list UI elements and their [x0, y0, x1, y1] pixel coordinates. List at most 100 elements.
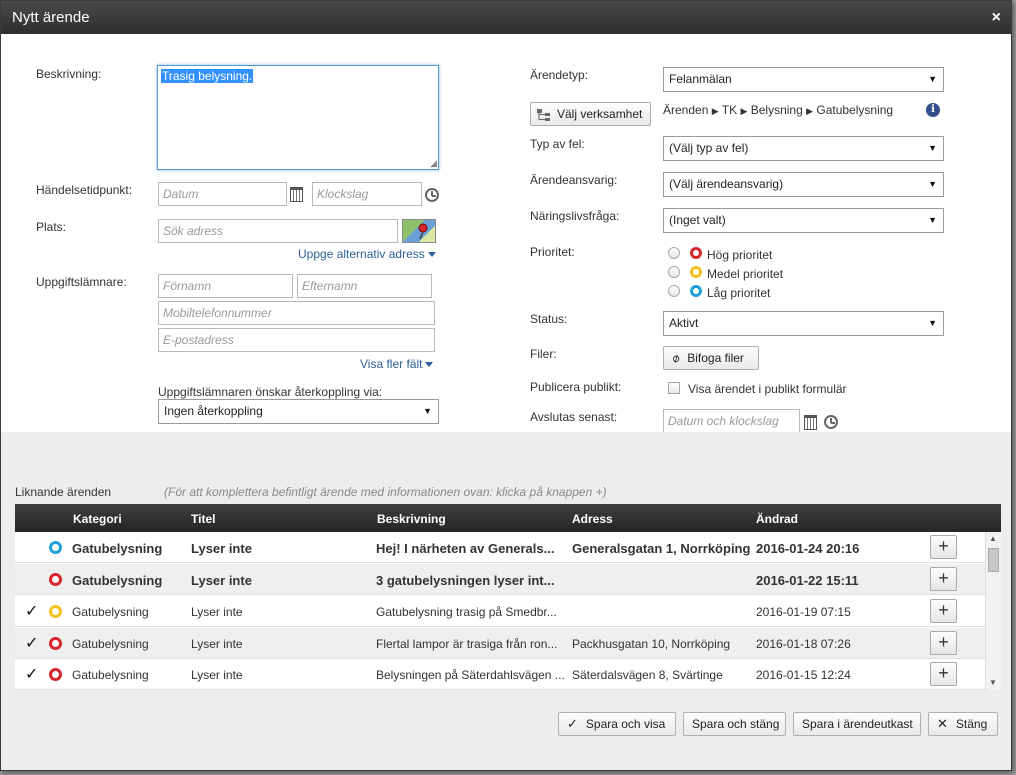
- save-and-view-label: Spara och visa: [585, 717, 666, 731]
- publish-checkbox[interactable]: [668, 382, 680, 394]
- clock-icon[interactable]: [824, 415, 838, 429]
- table-row[interactable]: Gatubelysning Lyser inte Hej! I närheten…: [15, 532, 985, 563]
- attach-files-button[interactable]: ⌀ Bifoga filer: [663, 346, 759, 370]
- status-value: Aktivt: [669, 316, 699, 330]
- business-question-select[interactable]: (Inget valt) ▼: [663, 208, 944, 233]
- column-header-address[interactable]: Adress: [572, 512, 613, 526]
- breadcrumb-item: Gatubelysning: [816, 103, 894, 117]
- alternative-address-link[interactable]: Uppge alternativ adress: [298, 247, 436, 261]
- close-button[interactable]: ✕ Stäng: [928, 712, 998, 736]
- close-by-input[interactable]: Datum och klockslag: [663, 409, 800, 433]
- priority-medium-icon: [49, 605, 62, 618]
- scroll-up-icon[interactable]: ▲: [989, 534, 997, 543]
- cell-description: Gatubelysning trasig på Smedbr...: [376, 605, 557, 619]
- close-icon[interactable]: ×: [992, 1, 1001, 34]
- breadcrumb-item: Belysning: [750, 103, 803, 117]
- add-to-case-button[interactable]: +: [930, 631, 957, 655]
- cell-category: Gatubelysning: [72, 573, 163, 588]
- checkmark-icon: ✓: [25, 603, 39, 620]
- mobile-input[interactable]: Mobiltelefonnummer: [158, 301, 435, 325]
- map-button[interactable]: [402, 219, 436, 243]
- firstname-input[interactable]: Förnamn: [158, 274, 293, 298]
- fault-type-label: Typ av fel:: [530, 137, 585, 151]
- priority-label: Prioritet:: [530, 245, 575, 259]
- save-and-close-button[interactable]: Spara och stäng: [683, 712, 786, 736]
- clock-icon[interactable]: [425, 188, 439, 202]
- cell-category: Gatubelysning: [72, 605, 149, 619]
- table-row[interactable]: Gatubelysning Lyser inte 3 gatubelysning…: [15, 564, 985, 595]
- resize-handle-icon[interactable]: ◢: [430, 158, 437, 169]
- add-to-case-button[interactable]: +: [930, 535, 957, 559]
- business-question-label: Näringslivsfråga:: [530, 209, 620, 223]
- table-row[interactable]: ✓ Gatubelysning Lyser inte Gatubelysning…: [15, 596, 985, 627]
- priority-high-label: Hög prioritet: [707, 248, 773, 262]
- add-to-case-button[interactable]: +: [930, 599, 957, 623]
- dropdown-arrow-icon: ▼: [928, 74, 937, 84]
- save-draft-button[interactable]: Spara i ärendeutkast: [793, 712, 921, 736]
- show-more-fields-link[interactable]: Visa fler fält: [360, 357, 434, 371]
- event-date-placeholder: Datum: [163, 187, 199, 201]
- new-case-dialog: Nytt ärende × Beskrivning: Trasig belysn…: [0, 0, 1012, 771]
- paperclip-icon: ⌀: [668, 350, 683, 366]
- cell-changed: 2016-01-24 20:16: [756, 541, 860, 556]
- event-date-input[interactable]: Datum: [158, 182, 287, 206]
- close-by-label: Avslutas senast:: [530, 410, 618, 424]
- add-to-case-button[interactable]: +: [930, 662, 957, 686]
- description-label: Beskrivning:: [36, 67, 102, 81]
- fault-type-select[interactable]: (Välj typ av fel) ▼: [663, 136, 944, 161]
- dropdown-arrow-icon: ▼: [928, 215, 937, 225]
- event-time-label: Händelsetidpunkt:: [36, 183, 133, 197]
- save-and-close-label: Spara och stäng: [692, 717, 780, 731]
- cell-description: Hej! I närheten av Generals...: [376, 541, 555, 556]
- table-row[interactable]: ✓ Gatubelysning Lyser inte Flertal lampo…: [15, 628, 985, 659]
- address-placeholder: Sök adress: [163, 224, 224, 238]
- choose-activity-button[interactable]: Välj verksamhet: [530, 102, 651, 126]
- status-select[interactable]: Aktivt ▼: [663, 311, 944, 336]
- column-header-description[interactable]: Beskrivning: [377, 512, 446, 526]
- add-to-case-button[interactable]: +: [930, 567, 957, 591]
- scroll-down-icon[interactable]: ▼: [989, 678, 997, 687]
- status-label: Status:: [530, 312, 568, 326]
- scrollbar-thumb[interactable]: [988, 548, 999, 572]
- cell-address: Generalsgatan 1, Norrköping: [572, 541, 751, 556]
- firstname-placeholder: Förnamn: [163, 279, 212, 293]
- info-icon[interactable]: i: [926, 103, 940, 117]
- priority-high-icon: [49, 668, 62, 681]
- priority-high-radio[interactable]: [668, 247, 680, 259]
- dropdown-arrow-icon: ▼: [423, 406, 432, 416]
- priority-low-label: Låg prioritet: [707, 286, 771, 300]
- column-header-category[interactable]: Kategori: [73, 512, 122, 526]
- cell-changed: 2016-01-15 12:24: [756, 668, 851, 682]
- feedback-select[interactable]: Ingen återkoppling ▼: [158, 399, 439, 424]
- column-header-changed[interactable]: Ändrad: [756, 512, 798, 526]
- chevron-down-icon: [425, 362, 434, 368]
- column-header-title[interactable]: Titel: [191, 512, 215, 526]
- cell-title: Lyser inte: [191, 573, 252, 588]
- feedback-label: Uppgiftslämnaren önskar återkoppling via…: [158, 385, 383, 399]
- responsible-label: Ärendeansvarig:: [530, 173, 618, 187]
- calendar-icon[interactable]: [290, 187, 303, 202]
- publish-checkbox-label: Visa ärendet i publikt formulär: [688, 382, 847, 396]
- priority-low-radio[interactable]: [668, 285, 680, 297]
- cell-category: Gatubelysning: [72, 637, 149, 651]
- calendar-icon[interactable]: [804, 415, 817, 430]
- event-time-input[interactable]: Klockslag: [312, 182, 422, 206]
- priority-low-icon: [690, 285, 702, 297]
- save-draft-label: Spara i ärendeutkast: [802, 717, 913, 731]
- close-by-placeholder: Datum och klockslag: [668, 414, 779, 428]
- case-type-select[interactable]: Felanmälan ▼: [663, 67, 944, 92]
- event-time-placeholder: Klockslag: [317, 187, 369, 201]
- address-search-input[interactable]: Sök adress: [158, 219, 398, 243]
- mobile-placeholder: Mobiltelefonnummer: [163, 306, 272, 320]
- case-type-value: Felanmälan: [669, 72, 732, 86]
- save-and-view-button[interactable]: ✓ Spara och visa: [558, 712, 676, 736]
- email-input[interactable]: E-postadress: [158, 328, 435, 352]
- responsible-select[interactable]: (Välj ärendeansvarig) ▼: [663, 172, 944, 197]
- similar-cases-table: Gatubelysning Lyser inte Hej! I närheten…: [15, 532, 1001, 690]
- cell-address: Packhusgatan 10, Norrköping: [572, 637, 731, 651]
- table-row[interactable]: ✓ Gatubelysning Lyser inte Belysningen p…: [15, 659, 985, 690]
- table-scrollbar[interactable]: ▲ ▼: [985, 532, 1001, 690]
- priority-medium-radio[interactable]: [668, 266, 680, 278]
- lastname-input[interactable]: Efternamn: [297, 274, 432, 298]
- description-textarea[interactable]: Trasig belysning. ◢: [157, 65, 439, 170]
